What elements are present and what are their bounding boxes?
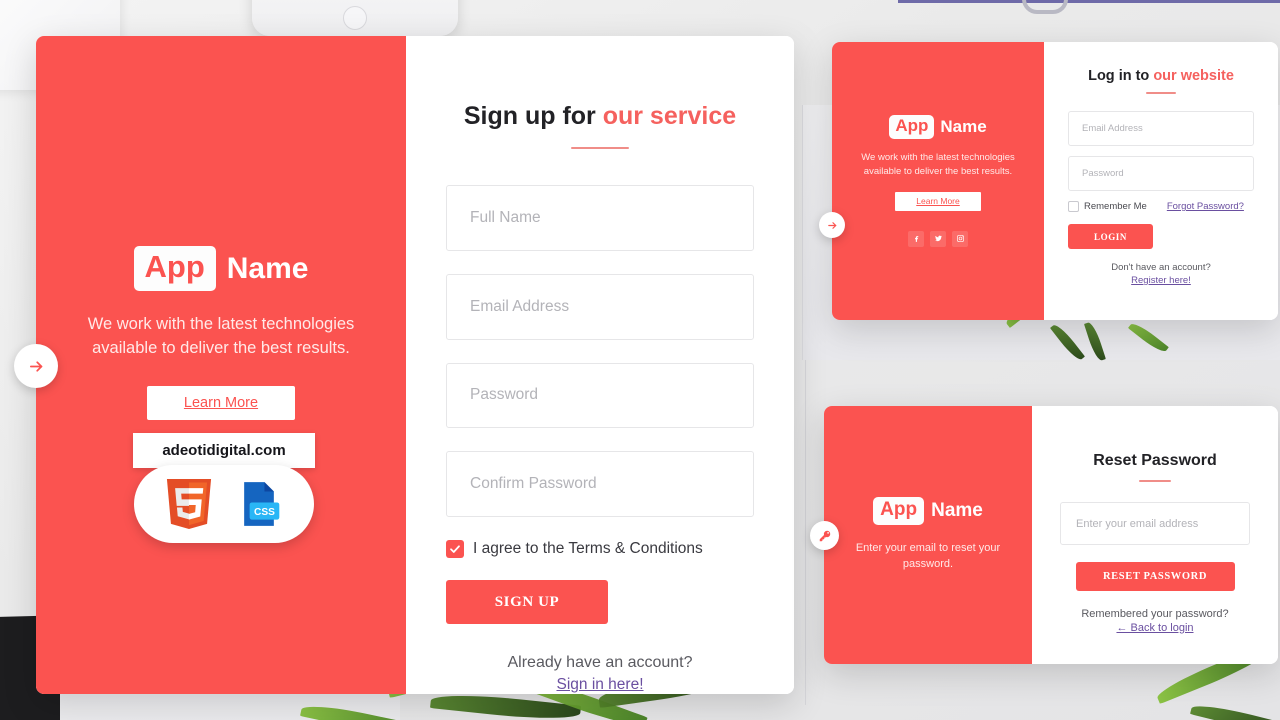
password-input[interactable]: Password [1068,156,1254,191]
reset-email-input[interactable]: Enter your email address [1060,502,1250,545]
learn-more-button[interactable]: Learn More [895,191,981,211]
arrow-right-icon [827,221,836,229]
background-phone [252,0,458,36]
watermark-badge: adeotidigital.com CSS [133,433,315,543]
css-label: CSS [254,507,275,518]
remember-me-checkbox[interactable] [1068,201,1079,212]
terms-row: I agree to the Terms & Conditions [446,540,754,559]
reset-toggle-button[interactable] [810,521,839,550]
signup-logo: App Name [133,246,309,292]
logo-badge: App [133,246,216,292]
watermark-site-label: adeotidigital.com [133,433,315,468]
confirm-password-input[interactable]: Confirm Password [446,451,754,518]
sign-in-link[interactable]: Sign in here! [556,676,643,694]
logo-name: Name [940,117,987,137]
logo-name: Name [931,500,983,522]
remembered-password-text: Remembered your password? [1081,608,1229,620]
email-input[interactable]: Email Address [1068,111,1254,146]
signup-title-accent: our service [602,102,737,130]
login-social-links [908,230,968,247]
login-tagline: We work with the latest technologies ava… [861,152,1015,177]
facebook-icon[interactable] [908,230,924,247]
html5-logo [166,479,212,529]
login-promo-pane: App Name We work with the latest technol… [832,42,1044,320]
login-title-plain: Log in to [1088,68,1154,84]
watermark-tech-logos: CSS [134,465,314,543]
login-title-accent: our website [1153,68,1234,84]
full-name-input[interactable]: Full Name [446,185,754,251]
signup-toggle-button[interactable] [14,344,58,388]
already-have-account-text: Already have an account? [507,653,693,671]
login-options-row: Remember Me Forgot Password? [1068,201,1254,212]
forgot-password-link[interactable]: Forgot Password? [1167,201,1244,212]
title-underline [571,147,629,149]
reset-tagline: Enter your email to reset your password. [855,542,1001,570]
instagram-icon[interactable] [952,230,968,247]
twitter-icon[interactable] [930,230,946,247]
reset-password-button[interactable]: RESET PASSWORD [1075,562,1235,591]
signup-title: Sign up for our service [464,102,736,131]
signup-tagline: We work with the latest technologies ava… [87,315,355,357]
logo-badge: App [889,115,935,140]
logo-badge: App [873,497,925,526]
password-input[interactable]: Password [446,362,754,429]
title-underline [1146,92,1176,94]
signup-card: App Name We work with the latest technol… [14,36,794,694]
reset-title: Reset Password [1093,452,1217,469]
remember-me-label: Remember Me [1084,201,1147,212]
title-underline [1139,480,1171,482]
css3-logo: CSS [244,482,280,526]
signup-promo-pane: App Name We work with the latest technol… [36,36,406,694]
back-to-login-link[interactable]: ← Back to login [1116,622,1193,634]
arrow-right-icon [29,360,42,372]
learn-more-button[interactable]: Learn More [147,385,295,420]
terms-label: I agree to the Terms & Conditions [473,540,703,558]
login-title: Log in to our website [1088,68,1234,84]
reset-logo: App Name [873,497,983,526]
sign-up-button[interactable]: SIGN UP [446,580,608,624]
terms-checkbox[interactable] [446,540,464,559]
background-purple-line [898,0,1280,3]
reset-promo-pane: App Name Enter your email to reset your … [824,406,1032,664]
key-icon [819,530,830,541]
reset-form-pane: Reset Password Enter your email address … [1032,406,1278,664]
register-link[interactable]: Register here! [1131,275,1191,286]
reset-password-card: App Name Enter your email to reset your … [810,406,1278,664]
login-button[interactable]: LOGIN [1068,224,1153,249]
signup-title-plain: Sign up for [463,102,603,130]
login-toggle-button[interactable] [819,212,845,238]
signup-form-pane: Sign up for our service Full Name Email … [406,36,794,694]
login-logo: App Name [889,115,987,140]
login-card: App Name We work with the latest technol… [819,42,1278,320]
background-paperclip [1022,0,1068,14]
login-form-pane: Log in to our website Email Address Pass… [1044,42,1278,320]
email-input[interactable]: Email Address [446,273,754,340]
logo-name: Name [226,251,309,285]
background-leaf [1190,700,1280,720]
no-account-text: Don't have an account? [1111,262,1211,273]
